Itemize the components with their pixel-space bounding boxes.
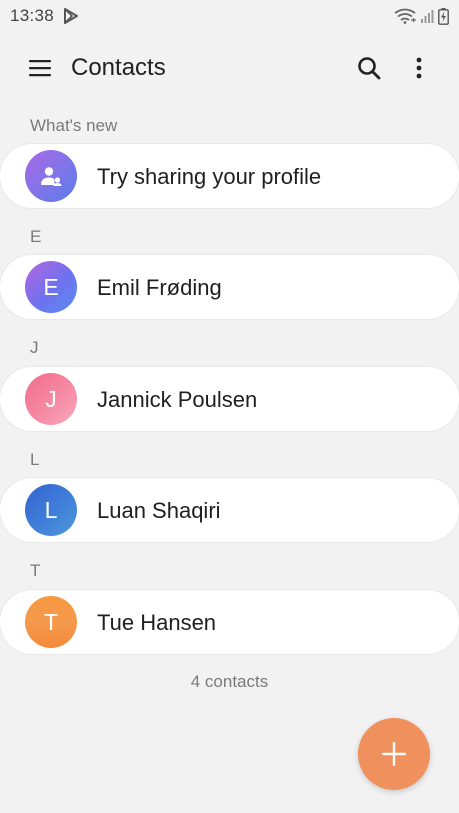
wifi-icon [394,8,416,24]
section-header-whats-new: What's new [30,116,118,135]
contact-name: Luan Shaqiri [97,498,221,523]
avatar-initial: E [43,273,59,300]
avatar-initial: J [45,385,57,412]
more-vert-icon[interactable] [405,52,433,84]
contact-name: Emil Frøding [97,275,222,300]
avatar: E [25,261,77,313]
plus-icon [382,742,406,766]
share-profile-icon [25,150,77,202]
page-title: Contacts [71,54,166,81]
avatar-initial: T [43,608,59,635]
status-time: 13:38 [10,6,55,25]
contacts-screen: 13:38 Contacts What's new Try sharing yo… [0,0,459,813]
app-bar: Contacts [0,40,459,96]
status-bar: 13:38 [0,0,459,32]
status-icons [394,7,449,25]
section-header-t: T [30,561,41,580]
contact-name: Tue Hansen [97,610,217,635]
contact-count: 4 contacts [190,672,269,691]
hamburger-menu-icon[interactable] [22,54,58,82]
search-icon[interactable] [352,52,386,84]
contact-item[interactable]: T Tue Hansen [0,590,459,654]
contact-item[interactable]: L Luan Shaqiri [0,478,459,542]
battery-charging-icon [438,7,449,25]
share-profile-label: Try sharing your profile [97,164,322,189]
add-contact-button[interactable] [358,718,430,790]
contact-item[interactable]: J Jannick Poulsen [0,367,459,431]
play-store-icon [64,8,80,24]
avatar: L [25,484,77,536]
cell-signal-icon [420,8,434,24]
section-header-l: L [30,450,40,469]
avatar: J [25,373,77,425]
section-header-j: J [30,338,39,357]
contact-item[interactable]: E Emil Frøding [0,255,459,319]
share-profile-card[interactable]: Try sharing your profile [0,144,459,208]
avatar-initial: L [44,496,58,523]
section-header-e: E [30,227,42,246]
contact-name: Jannick Poulsen [97,387,258,412]
avatar: T [25,596,77,648]
